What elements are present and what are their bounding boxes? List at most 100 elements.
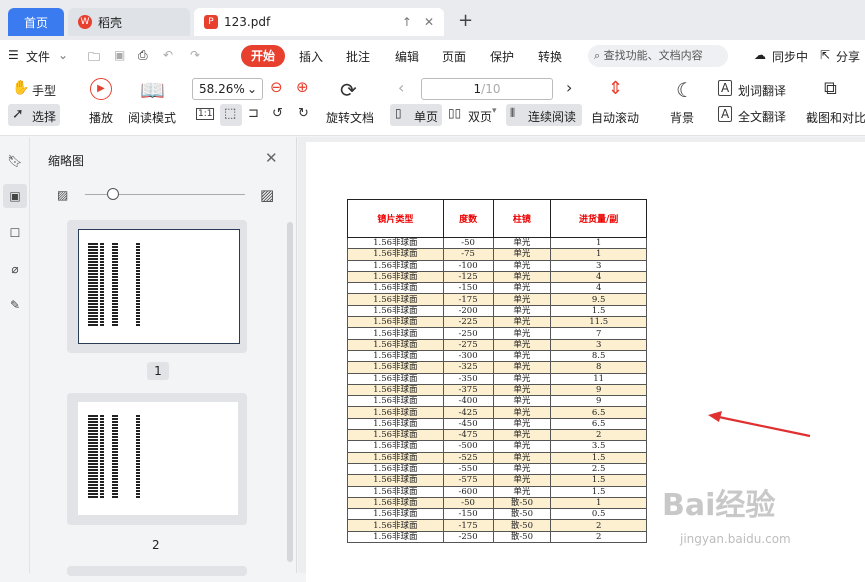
zoom-out-icon[interactable]: ⊖ [270,78,283,96]
zoom-select[interactable]: 58.26% ⌄ [192,78,263,100]
table-cell: 单光 [492,236,552,250]
prev-page-icon[interactable]: ‹ [398,78,404,97]
cursor-arrow-icon: ➚ [12,106,24,122]
thumbnail-icon[interactable]: ▣ [3,184,27,208]
word-translate-button[interactable]: 划词翻译 [738,82,786,99]
table-cell: -100 [442,259,494,272]
cloud-sync-icon[interactable]: ☁ [754,48,766,62]
table-cell: 3.5 [550,440,647,453]
attachment-icon[interactable]: ⌀ [3,257,27,281]
table-cell: 散-50 [492,519,552,532]
tab-pdf[interactable]: P 123.pdf ↑ ✕ [194,8,444,36]
table-cell: 单光 [492,282,552,295]
tab-home[interactable]: 首页 [8,8,64,36]
chevron-down-icon: ⌄ [246,82,257,96]
red-arrow-annotation [708,411,811,438]
thumbnail-line [88,273,162,275]
tab-daoke[interactable]: W 稻壳 [68,8,190,36]
sync-status[interactable]: 同步中 [772,48,808,65]
thumbnail-page-3[interactable] [67,566,247,576]
print-icon[interactable]: ⎙ [138,48,148,63]
thumbnail-line [88,445,162,447]
menu-insert[interactable]: 插入 [299,48,323,65]
open-folder-icon[interactable]: 🗀 [88,48,100,69]
close-icon[interactable]: ✕ [424,15,434,29]
table-cell: 2 [550,530,647,544]
hand-tool[interactable]: 手型 [32,82,56,99]
table-row: 1.56非球面 -475 单光 2 [347,429,647,442]
page-current: 1 [473,82,482,96]
double-page-button[interactable]: 双页 [468,108,492,125]
table-cell: 0.5 [550,508,647,521]
chevron-down-icon[interactable]: ⌄ [58,48,68,62]
table-cell: 1.56非球面 [347,338,444,351]
zoom-in-icon[interactable]: ⊕ [296,78,309,96]
large-image-icon[interactable]: ▨ [260,186,274,204]
bookmark-icon[interactable]: 🔖︎ [3,149,27,173]
thumbnail-line [88,309,162,311]
menu-edit[interactable]: 编辑 [395,48,419,65]
rotate-document-icon[interactable]: ⟳ [340,78,357,102]
page-number-input[interactable]: 1/10 [421,78,553,100]
book-icon[interactable]: 📖 [140,78,165,102]
rotate-right-icon[interactable]: ↻ [298,106,309,121]
thumbnail-line [88,457,162,459]
save-icon[interactable]: ▣ [114,48,125,62]
menu-protect[interactable]: 保护 [490,48,514,65]
redo-icon[interactable]: ↷ [190,48,200,62]
small-image-icon[interactable]: ▨ [57,188,68,202]
slider-handle[interactable] [107,188,119,200]
signature-icon[interactable]: ✎ [3,293,27,317]
table-cell: -375 [442,383,494,397]
next-page-icon[interactable]: › [566,78,572,97]
rotate-left-icon[interactable]: ↺ [272,106,283,121]
thumbnail-line [88,276,162,278]
play-icon[interactable]: ▶ [90,78,112,100]
table-cell: 4 [550,270,647,284]
table-cell: 4 [550,282,647,295]
moon-icon[interactable]: ☾ [676,78,694,102]
rotate-document-button[interactable]: 旋转文档 [326,109,374,126]
undo-icon[interactable]: ↶ [163,48,173,62]
double-page-chevron-icon[interactable]: ▾ [492,106,497,116]
background-button[interactable]: 背景 [670,109,694,126]
thumbnail-line [88,264,162,266]
table-row: 1.56非球面 -600 单光 1.5 [347,485,647,498]
fit-width-icon[interactable]: ⊐ [248,106,259,121]
play-button[interactable]: 播放 [89,109,113,126]
thumbnail-1-content [88,243,162,327]
table-cell: -450 [442,417,494,431]
read-mode-button[interactable]: 阅读模式 [128,109,176,126]
thumbnail-line [88,306,162,308]
pin-up-icon[interactable]: ↑ [402,15,412,29]
hamburger-icon[interactable]: ☰ [8,48,19,62]
auto-scroll-button[interactable]: 自动滚动 [591,109,639,126]
screenshot-icon[interactable]: ⧉ [824,78,837,99]
screenshot-compare-button[interactable]: 截图和对比 [806,109,865,126]
search-input[interactable]: ⌕ 查找功能、文档内容 [588,45,728,67]
panel-scrollbar[interactable] [287,222,293,562]
menu-annotate[interactable]: 批注 [346,48,370,65]
table-row: 1.56非球面 -100 单光 3 [347,259,647,272]
select-tool-label: 选择 [32,110,57,124]
double-page-icon[interactable]: ▯▯ [448,106,461,120]
thumbnail-line [88,297,162,299]
table-cell: 1.56非球面 [347,485,444,498]
close-panel-icon[interactable]: ✕ [265,149,278,167]
pdf-file-icon: P [204,15,218,29]
auto-scroll-icon[interactable]: ⇕ [608,78,623,99]
thumbnail-line [88,484,162,486]
table-cell: 1.5 [550,451,647,464]
menu-start[interactable]: 开始 [241,45,285,67]
comment-icon[interactable]: ☐ [3,221,27,245]
actual-size-icon[interactable]: 1:1 [196,108,215,120]
watermark-logo: Bai经验 [662,488,776,523]
full-translate-button[interactable]: 全文翻译 [738,108,786,125]
share-button[interactable]: 分享 [836,48,860,65]
menu-file[interactable]: 文件 [26,48,50,65]
share-icon[interactable]: ⇱ [820,48,830,62]
table-cell: 1.56非球面 [347,530,444,544]
menu-page[interactable]: 页面 [442,48,466,65]
menu-convert[interactable]: 转换 [538,48,562,65]
new-tab-button[interactable]: + [458,10,473,31]
